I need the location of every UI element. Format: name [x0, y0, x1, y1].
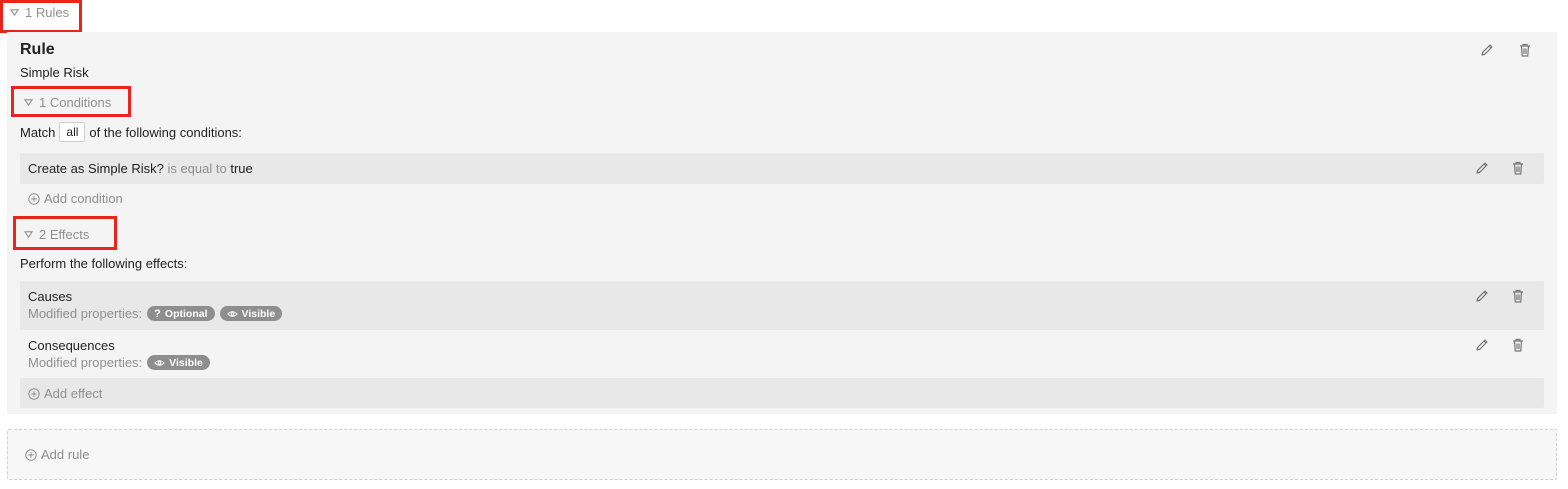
add-rule-button[interactable]: Add rule	[25, 447, 89, 462]
modified-properties-label: Modified properties:	[28, 306, 143, 321]
edit-rule-button[interactable]	[1479, 42, 1495, 58]
condition-value: true	[230, 161, 253, 176]
rules-toggle[interactable]: 1 Rules	[10, 5, 69, 20]
edit-effect-button[interactable]	[1474, 337, 1490, 353]
plus-circle-icon	[28, 192, 40, 205]
rule-panel	[7, 32, 1557, 414]
conditions-toggle-label: 1 Conditions	[39, 95, 112, 110]
add-effect-label: Add effect	[44, 386, 103, 401]
triangle-down-icon	[24, 231, 33, 239]
pencil-icon	[1476, 162, 1488, 174]
visible-badge: Visible	[219, 306, 283, 321]
add-effect-row	[20, 378, 1544, 408]
effects-toggle-label: 2 Effects	[39, 227, 90, 242]
delete-rule-button[interactable]	[1517, 42, 1533, 58]
edit-effect-button[interactable]	[1474, 288, 1490, 304]
delete-effect-button[interactable]	[1510, 288, 1526, 304]
delete-effect-button[interactable]	[1510, 337, 1526, 353]
eye-icon	[226, 310, 238, 317]
modified-properties-label: Modified properties:	[28, 355, 143, 370]
match-line: Match all of the following conditions:	[20, 122, 242, 142]
edit-condition-button[interactable]	[1474, 160, 1490, 176]
rule-heading: Rule	[20, 41, 55, 58]
triangle-down-icon	[24, 99, 33, 107]
add-effect-button[interactable]: Add effect	[28, 386, 102, 401]
add-condition-button[interactable]: Add condition	[28, 191, 123, 206]
add-rule-box[interactable]	[7, 429, 1557, 480]
delete-condition-button[interactable]	[1510, 160, 1526, 176]
trash-icon	[1520, 43, 1530, 57]
pencil-icon	[1476, 290, 1488, 302]
pencil-icon	[1481, 44, 1493, 56]
add-condition-label: Add condition	[44, 191, 123, 206]
rules-toggle-label: 1 Rules	[25, 5, 70, 20]
plus-circle-icon	[28, 387, 40, 400]
trash-icon	[1513, 161, 1523, 175]
triangle-down-icon	[10, 9, 19, 17]
visible-badge: Visible	[147, 355, 210, 370]
conditions-toggle[interactable]: 1 Conditions	[24, 95, 111, 110]
visible-badge-label: Visible	[169, 356, 203, 369]
condition-text: Create as Simple Risk? is equal to true	[28, 161, 253, 176]
effect-name: Consequences	[28, 338, 115, 353]
rule-name: Simple Risk	[20, 65, 89, 80]
question-icon: ?	[154, 307, 161, 320]
eye-icon	[154, 359, 165, 366]
optional-badge-label: Optional	[164, 307, 208, 320]
condition-field: Create as Simple Risk?	[28, 161, 164, 176]
add-rule-label: Add rule	[41, 447, 90, 462]
trash-icon	[1513, 289, 1523, 303]
effect-modified: Modified properties: Visible	[28, 355, 210, 370]
effect-name: Causes	[28, 289, 73, 304]
optional-badge: ? Optional	[147, 306, 215, 321]
plus-circle-icon	[25, 448, 37, 461]
condition-operator: is equal to	[167, 161, 227, 176]
effects-intro: Perform the following effects:	[20, 256, 188, 271]
pencil-icon	[1476, 339, 1488, 351]
trash-icon	[1513, 338, 1523, 352]
visible-badge-label: Visible	[241, 307, 276, 320]
match-prefix: Match	[20, 124, 56, 140]
match-suffix: of the following conditions:	[89, 124, 242, 140]
effect-modified: Modified properties: ? Optional Visible	[28, 306, 283, 321]
effects-toggle[interactable]: 2 Effects	[24, 227, 89, 242]
match-select[interactable]: all	[59, 122, 86, 142]
